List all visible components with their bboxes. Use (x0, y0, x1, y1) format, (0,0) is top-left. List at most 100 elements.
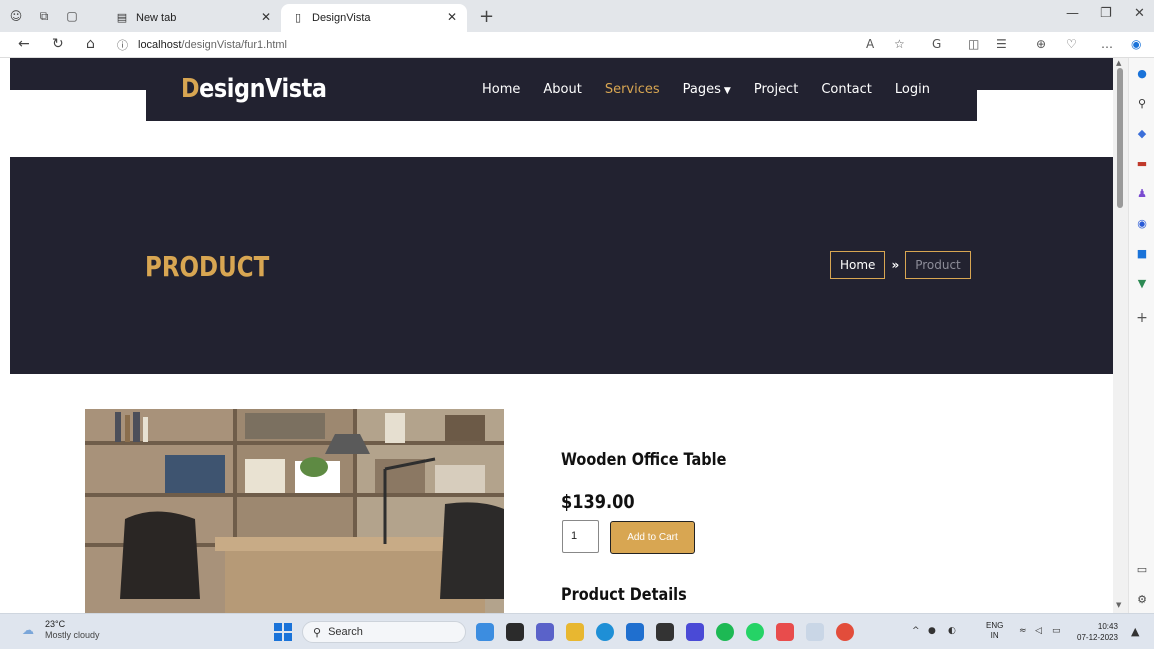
volume-icon[interactable]: ◁ (1035, 626, 1042, 636)
outlook-icon[interactable]: ■ (1134, 246, 1150, 262)
add-to-cart-button[interactable]: Add to Cart (610, 521, 695, 554)
breadcrumb-home[interactable]: Home (830, 251, 886, 279)
nav-login[interactable]: Login (895, 82, 930, 97)
site-logo[interactable]: DesignVista (181, 74, 327, 104)
sidebar-settings-icon[interactable]: ⚙ (1134, 592, 1150, 608)
close-icon[interactable]: ✕ (447, 10, 457, 24)
product-price: $139.00 (561, 491, 635, 513)
split-screen-icon[interactable]: ◫ (968, 37, 979, 51)
home-icon[interactable]: ⌂ (86, 36, 95, 52)
nav-contact[interactable]: Contact (821, 82, 872, 97)
app-icon-chrome[interactable] (836, 623, 854, 641)
app-icon-task-view[interactable] (506, 623, 524, 641)
product-name: Wooden Office Table (561, 450, 727, 470)
weather-temp: 23°C (45, 619, 66, 629)
app-icon-teams[interactable] (536, 623, 554, 641)
lang-region: IN (990, 631, 999, 640)
extensions-icon[interactable]: G (932, 37, 941, 51)
favorite-star-icon[interactable]: ☆ (894, 37, 905, 51)
close-window-icon[interactable]: ✕ (1134, 6, 1145, 21)
nav-services[interactable]: Services (605, 82, 660, 97)
quantity-input[interactable]: 1 (562, 520, 599, 553)
app-icon-xampp[interactable] (776, 623, 794, 641)
main-menu: Home About Services Pages ▼ Project Conta… (482, 82, 953, 97)
browser-sidebar: ● ⚲ ◆ ▬ ♟ ◉ ■ ▼ + ▭ ⚙ (1128, 58, 1154, 613)
workspaces-icon[interactable]: ⧉ (36, 8, 52, 24)
close-icon[interactable]: ✕ (261, 10, 271, 24)
profile-icon[interactable]: ☺ (8, 8, 24, 24)
windows-taskbar: ☁ 23°C Mostly cloudy ⚲ Search ^ ● ◐ ENG … (0, 613, 1154, 649)
app-icon-spotify[interactable] (716, 623, 734, 641)
url-path: /designVista/fur1.html (181, 39, 287, 51)
app-icon-widgets[interactable] (476, 623, 494, 641)
copilot-icon[interactable]: ◉ (1131, 37, 1141, 51)
app-icon-search-tool[interactable] (806, 623, 824, 641)
weather-widget[interactable]: ☁ 23°C Mostly cloudy (22, 619, 100, 641)
site-info-icon[interactable]: ⓘ (117, 37, 128, 53)
app-icon-unity[interactable] (656, 623, 674, 641)
page-viewport: DesignVista Home About Services Pages ▼ P… (10, 58, 1113, 613)
back-icon[interactable]: ← (18, 36, 30, 52)
product-image (85, 409, 504, 613)
breadcrumb-current: Product (905, 251, 971, 279)
app-icon-vs[interactable] (686, 623, 704, 641)
system-clock[interactable]: 10:43 07-12-2023 (1077, 621, 1118, 643)
new-tab-page-icon: ▤ (116, 11, 128, 24)
notification-bell-icon[interactable]: ▲ (1131, 625, 1139, 638)
logo-initial: D (181, 74, 200, 104)
scroll-up-icon[interactable]: ▲ (1116, 59, 1121, 67)
shopping-tag-icon[interactable]: ◆ (1134, 126, 1150, 142)
refresh-icon[interactable]: ↻ (52, 36, 64, 52)
tab-new-tab[interactable]: ▤ New tab ✕ (105, 4, 281, 32)
restore-icon[interactable]: ❐ (1100, 6, 1112, 21)
scroll-down-icon[interactable]: ▼ (1116, 601, 1121, 609)
app-icon-store[interactable] (626, 623, 644, 641)
site-navbar: DesignVista Home About Services Pages ▼ P… (146, 58, 977, 121)
minimize-icon[interactable]: — (1066, 6, 1079, 21)
scroll-thumb[interactable] (1117, 68, 1123, 208)
wifi-icon[interactable]: ≈ (1019, 626, 1027, 636)
read-aloud-icon[interactable]: A (866, 37, 874, 51)
nav-project[interactable]: Project (754, 82, 798, 97)
page-title: PRODUCT (145, 250, 270, 283)
breadcrumb: Home » Product (830, 251, 971, 279)
games-icon[interactable]: ♟ (1134, 186, 1150, 202)
weather-condition: Mostly cloudy (45, 630, 100, 640)
bell-icon[interactable]: ● (1134, 66, 1150, 82)
battery-icon[interactable]: ▭ (1052, 626, 1061, 636)
app-icon-file-explorer[interactable] (566, 623, 584, 641)
nav-home[interactable]: Home (482, 82, 520, 97)
url-field[interactable]: ⓘ localhost/designVista/fur1.html (117, 35, 1107, 55)
collections-icon[interactable]: ⊕ (1036, 37, 1046, 51)
windows-start-icon[interactable] (274, 623, 292, 641)
logo-rest: esignVista (199, 74, 327, 104)
page-scrollbar[interactable]: ▲ ▼ (1113, 58, 1128, 613)
more-menu-icon[interactable]: … (1101, 37, 1113, 51)
performance-icon[interactable]: ♡ (1066, 37, 1077, 51)
favorites-icon[interactable]: ☰ (996, 37, 1007, 51)
drop-icon[interactable]: ▼ (1134, 276, 1150, 292)
new-tab-button[interactable]: + (479, 6, 494, 27)
address-bar: ← ↻ ⌂ ⓘ localhost/designVista/fur1.html … (0, 32, 1154, 58)
sidebar-layout-icon[interactable]: ▭ (1134, 562, 1150, 578)
app-icon-whatsapp[interactable] (746, 623, 764, 641)
tab-designvista[interactable]: ▯ DesignVista ✕ (281, 4, 467, 32)
page-banner: PRODUCT Home » Product (10, 157, 1113, 374)
language-indicator[interactable]: ENG IN (986, 621, 1003, 641)
office-icon[interactable]: ◉ (1134, 216, 1150, 232)
clock-date: 07-12-2023 (1077, 633, 1118, 642)
tray-app-icon-2[interactable]: ◐ (948, 626, 956, 636)
screen: ☺ ⧉ ▢ ▤ New tab ✕ ▯ DesignVista ✕ + — ❐ … (0, 0, 1154, 649)
app-icon-edge[interactable] (596, 623, 614, 641)
url-host: localhost (138, 39, 182, 51)
tab-actions-icon[interactable]: ▢ (64, 8, 80, 24)
chevron-up-icon[interactable]: ^ (912, 626, 920, 636)
search-icon[interactable]: ⚲ (1134, 96, 1150, 112)
tray-app-icon[interactable]: ● (928, 626, 936, 636)
toolbox-icon[interactable]: ▬ (1134, 156, 1150, 172)
add-sidebar-app-icon[interactable]: + (1134, 310, 1150, 326)
nav-pages-label: Pages (682, 82, 721, 97)
nav-about[interactable]: About (543, 82, 581, 97)
nav-pages[interactable]: Pages ▼ (683, 82, 731, 97)
taskbar-search[interactable]: ⚲ Search (302, 621, 466, 643)
